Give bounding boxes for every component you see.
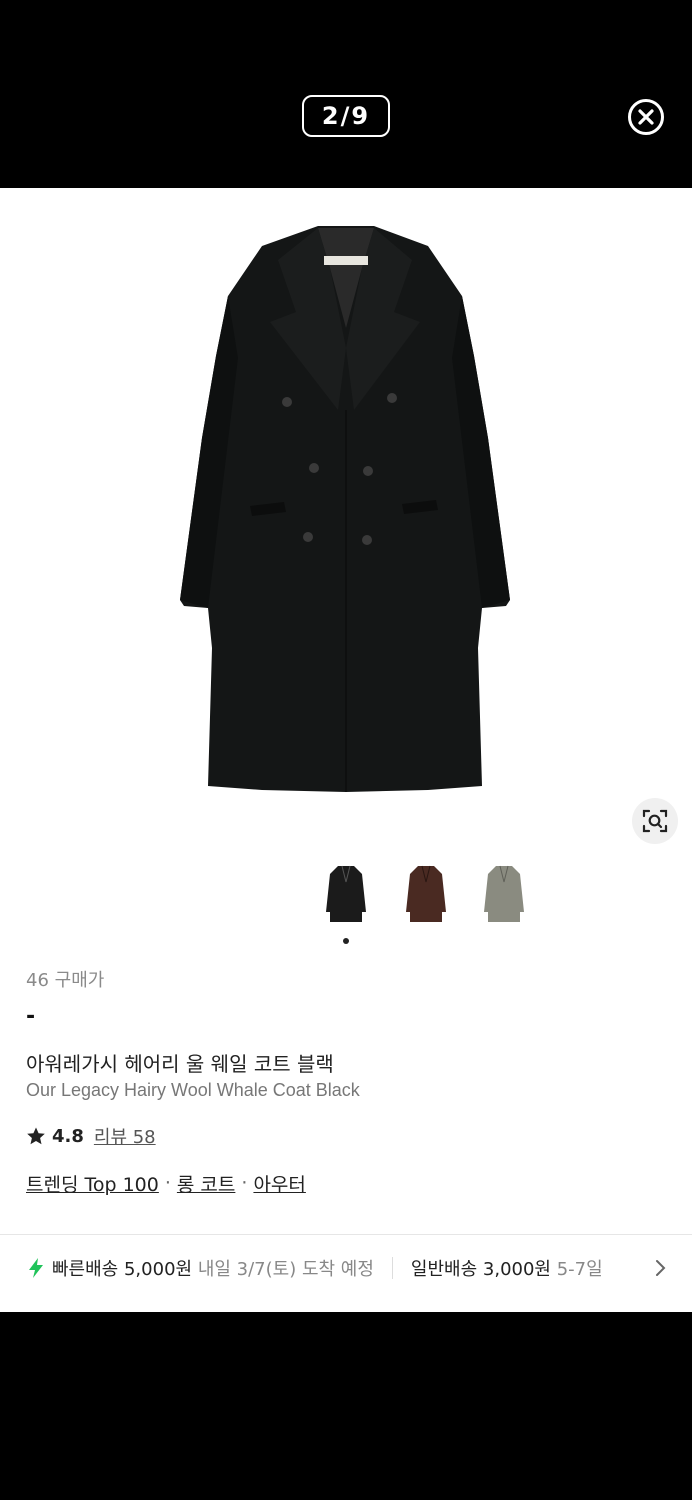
normal-delivery-label: 일반배송 (410, 1259, 478, 1280)
buyers-label: 구매가 (54, 970, 105, 991)
section-divider (0, 1234, 692, 1235)
coat-thumb-icon (406, 865, 446, 922)
tag-outer[interactable]: 아우터 (253, 1170, 305, 1197)
product-sheet: 46 구매가 - 아워레가시 헤어리 울 웨일 코트 블랙 Our Legacy… (0, 188, 692, 1312)
coat-thumb-icon (484, 865, 524, 922)
tag-long-coat[interactable]: 롱 코트 (177, 1170, 235, 1197)
image-search-button[interactable] (632, 798, 678, 844)
price: - (26, 1004, 36, 1029)
fast-delivery-eta: 내일 3/7(토) 도착 예정 (197, 1259, 374, 1280)
buyers-count: 46 (26, 970, 49, 991)
product-info: 46 구매가 - 아워레가시 헤어리 울 웨일 코트 블랙 Our Legacy… (26, 966, 666, 1198)
tag-trending[interactable]: 트렌딩 Top 100 (26, 1170, 159, 1197)
color-thumbnails (318, 860, 538, 930)
normal-delivery-price: 3,000원 (482, 1259, 551, 1280)
star-icon (27, 1127, 45, 1145)
delivery-options[interactable]: 빠른배송 5,000원 내일 3/7(토) 도착 예정 일반배송 3,000원 … (26, 1248, 686, 1288)
close-icon (638, 109, 654, 125)
product-image[interactable] (0, 188, 692, 848)
product-name-english: Our Legacy Hairy Wool Whale Coat Black (26, 1080, 360, 1100)
rating-row: 4.8 리뷰 58 (26, 1122, 666, 1150)
thumbnail-black[interactable] (318, 860, 374, 930)
buyers-line: 46 구매가 (26, 966, 666, 992)
coat-image (180, 226, 510, 792)
thumbnail-brown[interactable] (398, 860, 454, 930)
coat-thumb-icon (326, 865, 366, 922)
rating-score: 4.8 (52, 1125, 84, 1147)
fast-delivery-price: 5,000원 (123, 1259, 193, 1280)
tag-separator: · (164, 1172, 171, 1194)
close-button[interactable] (628, 99, 664, 135)
selected-thumbnail-indicator (343, 938, 349, 944)
category-tags: 트렌딩 Top 100 · 롱 코트 · 아우터 (26, 1168, 666, 1198)
review-link[interactable]: 리뷰 58 (94, 1123, 156, 1149)
viewer-topbar: 2/9 (0, 0, 692, 188)
product-name-korean: 아워레가시 헤어리 울 웨일 코트 블랙 (26, 1052, 334, 1076)
normal-delivery-eta: 5-7일 (556, 1259, 603, 1280)
delivery-divider (391, 1257, 393, 1279)
thumbnail-grey[interactable] (476, 860, 532, 930)
lightning-icon (29, 1258, 43, 1278)
delivery-more-button[interactable] (650, 1256, 670, 1280)
image-counter: 2/9 (302, 95, 390, 137)
lens-search-icon (642, 809, 668, 833)
fast-delivery-label: 빠른배송 (52, 1259, 119, 1280)
tag-separator: · (241, 1172, 248, 1194)
chevron-right-icon (656, 1260, 666, 1276)
